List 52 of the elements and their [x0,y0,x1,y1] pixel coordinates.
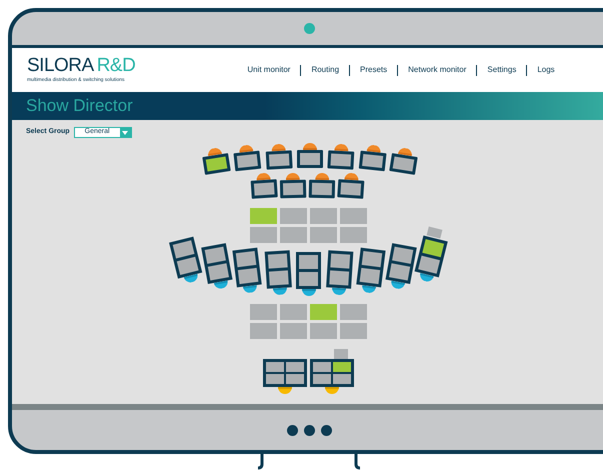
monitor-screen[interactable] [206,156,228,172]
monitor-screen[interactable] [389,263,410,281]
chair-icon [302,289,316,296]
chair-icon [331,288,346,296]
chair-icon [270,143,286,151]
monitor-screen[interactable] [268,253,288,269]
monitor-screen[interactable] [237,154,258,168]
monitor-screen[interactable] [359,268,380,284]
monitor-screen[interactable] [299,272,318,286]
monitor-screen[interactable] [299,255,318,269]
monitor-screen[interactable] [312,182,332,196]
camera-icon [304,23,314,34]
nav-link[interactable]: Presets [360,64,388,76]
brand-logo: SILORA [27,56,94,75]
nav-link[interactable]: Settings [487,64,516,76]
nav-link[interactable]: Unit monitor [247,64,290,76]
monitor-screen[interactable] [268,153,290,166]
nav-link[interactable]: Routing [311,64,340,76]
chair-icon [302,143,317,150]
monitor-screen[interactable] [329,270,350,286]
monitor-screen[interactable] [330,253,350,269]
chair-icon [325,387,339,394]
chair-icon [256,172,271,180]
monitor-screen[interactable] [204,246,226,264]
chair-icon [272,288,287,296]
monitor-screen[interactable] [392,246,414,264]
monitor-screen[interactable] [176,256,199,275]
monitor-screen[interactable] [268,270,288,286]
monitor-screen[interactable] [300,153,320,165]
monitor-screen[interactable] [330,153,352,166]
monitor-screen[interactable] [392,156,414,172]
monitor-screen[interactable] [282,182,304,196]
nav-link[interactable]: Network monitor [408,64,466,76]
dropdown-caret-icon [120,127,131,138]
brand-logo-accent: R&D [96,56,136,75]
nav-link[interactable]: Logs [537,64,555,76]
monitor-screen[interactable] [236,250,256,268]
monitor-screen[interactable] [422,239,444,258]
chair-icon [278,387,292,394]
chair-icon [242,285,258,294]
monitor-screen[interactable] [207,263,229,281]
monitor-screen[interactable] [362,154,383,168]
monitor-screen[interactable] [238,268,259,284]
chair-icon [344,172,359,180]
chair-icon [286,172,300,180]
monitor-screen[interactable] [361,250,382,268]
chair-icon [360,285,376,294]
page-title: Show Director [26,95,133,118]
monitor-screen[interactable] [418,256,440,274]
monitor-screen[interactable] [172,240,194,258]
chair-icon [334,143,349,151]
chair-icon [315,172,330,180]
